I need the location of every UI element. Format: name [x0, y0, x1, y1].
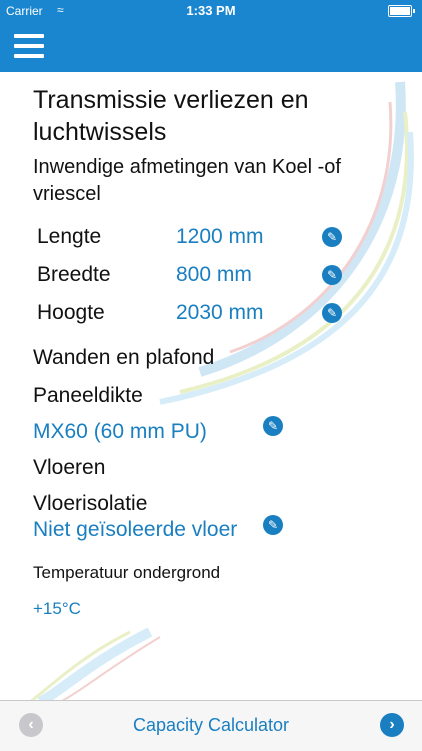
ground-temperature-label: Temperatuur ondergrond	[33, 563, 221, 582]
floor-insulation-value[interactable]: Niet geïsoleerde vloer	[33, 518, 237, 542]
main-content: Transmissie verliezen en luchtwissels In…	[0, 72, 422, 700]
navigation-bar	[0, 22, 422, 72]
pencil-icon[interactable]: ✎	[322, 265, 342, 285]
toolbar-title[interactable]: Capacity Calculator	[0, 715, 422, 736]
length-label: Lengte	[37, 225, 102, 248]
section-subtitle: Inwendige afmetingen van Koel -of vriesc…	[33, 156, 341, 205]
width-label: Breedte	[37, 263, 111, 286]
pencil-icon[interactable]: ✎	[322, 303, 342, 323]
pencil-icon[interactable]: ✎	[322, 227, 342, 247]
page-title: Transmissie verliezen en luchtwissels	[33, 86, 309, 146]
ground-temperature-value[interactable]: +15°C	[33, 599, 81, 619]
pencil-icon[interactable]: ✎	[263, 515, 283, 535]
height-value[interactable]: 2030 mm	[176, 301, 264, 325]
bottom-toolbar: ‹ Capacity Calculator ›	[0, 700, 422, 751]
panel-thickness-value[interactable]: MX60 (60 mm PU)	[33, 420, 207, 444]
walls-heading: Wanden en plafond	[33, 346, 215, 369]
pencil-icon[interactable]: ✎	[263, 416, 283, 436]
width-value[interactable]: 800 mm	[176, 263, 252, 287]
length-value[interactable]: 1200 mm	[176, 225, 264, 249]
dimension-row-length: Lengte 1200 mm ✎	[0, 220, 422, 256]
chevron-right-icon[interactable]: ›	[380, 713, 404, 737]
hamburger-menu-icon[interactable]	[14, 31, 46, 61]
height-label: Hoogte	[37, 301, 105, 324]
floors-heading: Vloeren	[33, 456, 106, 479]
floor-insulation-label: Vloerisolatie	[33, 492, 148, 515]
dimension-row-height: Hoogte 2030 mm ✎	[0, 296, 422, 332]
status-bar: Carrier ≈ 1:33 PM	[0, 0, 422, 22]
panel-thickness-label: Paneeldikte	[33, 384, 143, 407]
dimension-row-width: Breedte 800 mm ✎	[0, 258, 422, 294]
clock: 1:33 PM	[186, 3, 236, 18]
battery-icon	[388, 5, 415, 17]
